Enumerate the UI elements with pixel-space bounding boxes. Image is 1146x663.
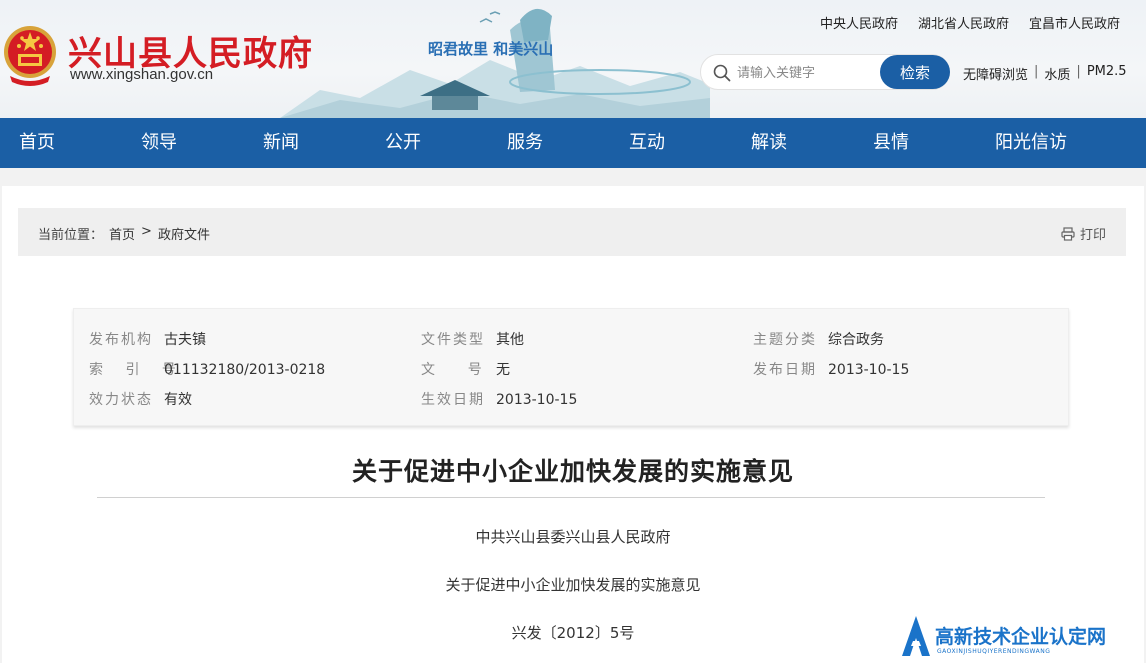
search-icon (713, 64, 731, 82)
metadata-key: 生效日期 (421, 392, 485, 408)
top-link-yichang-gov[interactable]: 宜昌市人民政府 (1029, 13, 1120, 32)
metadata-key: 文 号 (421, 362, 485, 378)
top-link-central-gov[interactable]: 中央人民政府 (820, 13, 898, 32)
nav-item-news[interactable]: 新闻 (244, 118, 366, 168)
national-emblem-icon (4, 26, 56, 86)
breadcrumb-current-link[interactable]: 政府文件 (158, 224, 210, 243)
accessibility-tools: 无障碍浏览 | 水质 | PM2.5 (963, 64, 1127, 83)
pm25-link[interactable]: PM2.5 (1087, 64, 1127, 83)
site-header: 兴山县人民政府 www.xingshan.gov.cn 昭君故里 和美兴山 中央… (0, 0, 1146, 118)
top-links: 中央人民政府 湖北省人民政府 宜昌市人民政府 (820, 13, 1120, 32)
accessibility-link[interactable]: 无障碍浏览 (963, 64, 1028, 83)
document-paragraph: 关于促进中小企业加快发展的实施意见 (445, 576, 701, 594)
metadata-column: 发布机构 古夫镇 索 引 号 011132180/2013-0218 效力状态 … (89, 325, 325, 415)
nav-item-home[interactable]: 首页 (0, 118, 122, 168)
breadcrumb-bar: 当前位置： 首页 > 政府文件 打印 (18, 208, 1126, 256)
nav-item-county-info[interactable]: 县情 (854, 118, 976, 168)
watermark-subtext: GAOXINJISHUQIYERENDINGWANG (937, 648, 1051, 655)
nav-item-interpretation[interactable]: 解读 (732, 118, 854, 168)
watermark-logo-icon (902, 616, 930, 656)
metadata-key: 发布机构 (89, 332, 153, 348)
breadcrumb-label: 当前位置： (38, 228, 104, 243)
header-scenery-image (280, 8, 710, 118)
tool-separator: | (1076, 64, 1081, 79)
search-button[interactable]: 检索 (880, 55, 950, 89)
metadata-row: 索 引 号 011132180/2013-0218 (89, 355, 325, 385)
metadata-doc-no: 无 (496, 362, 510, 378)
metadata-row: 发布日期 2013-10-15 (753, 355, 909, 385)
document-paragraph: 中共兴山县委兴山县人民政府 (475, 528, 671, 546)
metadata-row: 文 号 无 (421, 355, 577, 385)
tool-separator: | (1034, 64, 1039, 79)
header-slogan: 昭君故里 和美兴山 (428, 40, 554, 58)
top-link-hubei-gov[interactable]: 湖北省人民政府 (918, 13, 1009, 32)
metadata-effective-date: 2013-10-15 (496, 392, 578, 408)
article-panel: 当前位置： 首页 > 政府文件 打印 发布机构 古夫镇 索 引 号 011132… (2, 186, 1144, 663)
metadata-index-no: 011132180/2013-0218 (164, 362, 326, 378)
metadata-key: 发布日期 (753, 362, 817, 378)
metadata-key: 索 引 号 (89, 362, 185, 378)
metadata-key: 效力状态 (89, 392, 153, 408)
metadata-key: 主题分类 (753, 332, 817, 348)
metadata-key: 文件类型 (421, 332, 485, 348)
print-label: 打印 (1079, 228, 1106, 243)
title-divider (97, 497, 1045, 498)
nav-item-services[interactable]: 服务 (488, 118, 610, 168)
metadata-status: 有效 (164, 392, 192, 408)
document-title: 关于促进中小企业加快发展的实施意见 (351, 457, 794, 486)
metadata-publish-date: 2013-10-15 (828, 362, 910, 378)
breadcrumb: 当前位置： 首页 > 政府文件 (38, 224, 210, 243)
main-nav: 首页 领导 新闻 公开 服务 互动 解读 县情 阳光信访 (0, 118, 1146, 168)
metadata-row: 文件类型 其他 (421, 325, 577, 355)
metadata-row: 效力状态 有效 (89, 385, 325, 415)
nav-item-interaction[interactable]: 互动 (610, 118, 732, 168)
metadata-issuer: 古夫镇 (164, 332, 206, 348)
metadata-topic: 综合政务 (828, 332, 884, 348)
watermark-text: 高新技术企业认定网 (935, 626, 1107, 648)
document-metadata: 发布机构 古夫镇 索 引 号 011132180/2013-0218 效力状态 … (73, 308, 1069, 426)
metadata-row: 生效日期 2013-10-15 (421, 385, 577, 415)
main-content: 当前位置： 首页 > 政府文件 打印 发布机构 古夫镇 索 引 号 011132… (0, 168, 1146, 663)
metadata-row: 主题分类 综合政务 (753, 325, 909, 355)
printer-icon (1061, 226, 1075, 241)
water-quality-link[interactable]: 水质 (1044, 64, 1070, 83)
nav-item-petition[interactable]: 阳光信访 (976, 118, 1126, 168)
metadata-column: 主题分类 综合政务 发布日期 2013-10-15 (753, 325, 909, 385)
breadcrumb-separator: > (141, 224, 152, 239)
breadcrumb-home-link[interactable]: 首页 (109, 224, 135, 243)
watermark: 高新技术企业认定网 GAOXINJISHUQIYERENDINGWANG (897, 610, 1146, 663)
metadata-row: 发布机构 古夫镇 (89, 325, 325, 355)
nav-item-leaders[interactable]: 领导 (122, 118, 244, 168)
site-url: www.xingshan.gov.cn (70, 66, 214, 83)
search-input[interactable] (737, 61, 877, 85)
metadata-column: 文件类型 其他 文 号 无 生效日期 2013-10-15 (421, 325, 577, 415)
nav-item-disclosure[interactable]: 公开 (366, 118, 488, 168)
print-button[interactable]: 打印 (1061, 224, 1106, 243)
metadata-doc-type: 其他 (496, 332, 524, 348)
